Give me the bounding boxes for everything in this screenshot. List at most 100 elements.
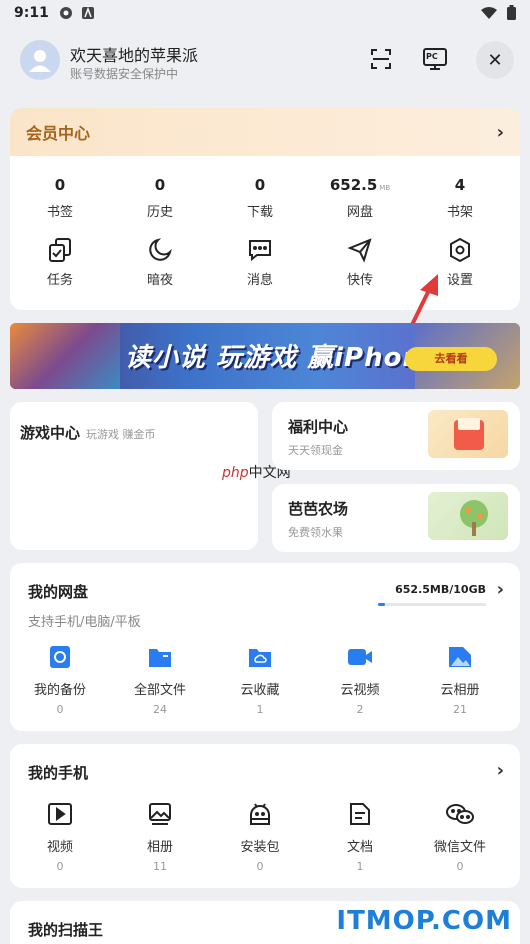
pc-label: PC xyxy=(426,52,438,61)
my-phone-title[interactable]: 我的手机 xyxy=(28,762,88,783)
cloud-item-count: 24 xyxy=(153,703,167,716)
chevron-right-icon[interactable]: › xyxy=(497,579,504,600)
message-icon xyxy=(249,240,271,262)
tool-label: 任务 xyxy=(46,273,73,288)
tool-messages[interactable]: 消息 xyxy=(210,236,310,288)
itmop-logo-watermark: ITMOP.COM xyxy=(336,906,512,936)
cloud-folder-icon xyxy=(249,649,271,667)
username[interactable]: 欢天喜地的苹果派 xyxy=(70,42,198,66)
welfare-center-subtitle: 天天领现金 xyxy=(288,444,343,457)
welfare-center-title: 福利中心 xyxy=(288,418,349,436)
welfare-center-card[interactable]: 福利中心 天天领现金 xyxy=(272,402,520,470)
cloud-quota-bar xyxy=(378,603,486,606)
baba-farm-title: 芭芭农场 xyxy=(288,500,349,518)
watermark-php: php xyxy=(222,465,249,481)
stat-value: 0 xyxy=(154,176,166,194)
cloud-item-count: 21 xyxy=(453,703,467,716)
avatar[interactable] xyxy=(20,40,60,80)
stat-label: 网盘 xyxy=(346,205,373,220)
cloud-item-label: 云视频 xyxy=(340,683,380,698)
farm-tree-image xyxy=(428,492,508,540)
phone-items-row: 视频 0 相册 11 安装包 0 文档 1 微信文件 0 xyxy=(10,800,520,873)
chevron-right-icon[interactable]: › xyxy=(497,760,504,781)
phone-item-documents[interactable]: 文档 1 xyxy=(310,800,410,873)
cloud-item-favorites[interactable]: 云收藏 1 xyxy=(210,643,310,716)
battery-icon xyxy=(507,5,516,24)
cloud-item-count: 1 xyxy=(256,703,264,716)
stat-value: 652.5 xyxy=(329,176,378,194)
chevron-right-icon: › xyxy=(496,121,504,143)
play-icon xyxy=(48,803,72,825)
cloud-item-count: 0 xyxy=(56,703,64,716)
cloud-item-label: 我的备份 xyxy=(33,683,86,698)
tool-dark-mode[interactable]: 暗夜 xyxy=(110,236,210,288)
phone-item-label: 相册 xyxy=(146,840,173,855)
member-center-title: 会员中心 xyxy=(26,124,91,143)
phone-item-album[interactable]: 相册 11 xyxy=(110,800,210,873)
stat-label: 历史 xyxy=(146,205,173,220)
stat-history[interactable]: 0 历史 xyxy=(110,176,210,220)
settings-icon xyxy=(450,237,470,263)
wifi-icon xyxy=(481,6,497,23)
close-button[interactable]: ✕ xyxy=(476,41,514,79)
cloud-disk-title[interactable]: 我的网盘 xyxy=(28,581,88,602)
member-center-header[interactable]: 会员中心 › xyxy=(10,108,520,156)
baba-farm-card[interactable]: 芭芭农场 免费领水果 xyxy=(272,484,520,552)
moon-icon xyxy=(149,238,172,261)
cloud-quota-text[interactable]: 652.5MB/10GB xyxy=(395,583,486,596)
cloud-item-count: 2 xyxy=(356,703,364,716)
stat-bookmarks[interactable]: 0 书签 xyxy=(10,176,110,220)
game-center-card[interactable]: 游戏中心 玩游戏 赚金币 xyxy=(10,402,258,550)
status-bar: 9:11 xyxy=(0,0,530,26)
cloud-item-album[interactable]: 云相册 21 xyxy=(410,643,510,716)
phone-item-count: 1 xyxy=(356,860,364,873)
stat-value: 0 xyxy=(54,176,66,194)
phone-item-videos[interactable]: 视频 0 xyxy=(10,800,110,873)
my-phone-card: 我的手机 › 视频 0 相册 11 安装包 0 文档 1 微信文件 0 xyxy=(10,744,520,888)
document-icon xyxy=(350,803,370,825)
cloud-item-label: 云收藏 xyxy=(240,683,280,698)
profile-header: 欢天喜地的苹果派 账号数据安全保护中 PC ✕ xyxy=(0,36,530,90)
phone-item-label: 微信文件 xyxy=(433,840,486,855)
stat-label: 书签 xyxy=(46,205,73,220)
a-notification-icon xyxy=(81,6,95,20)
tool-tasks[interactable]: 任务 xyxy=(10,236,110,288)
stat-label: 书架 xyxy=(446,205,473,220)
scan-icon xyxy=(371,49,391,69)
phone-item-label: 视频 xyxy=(46,840,73,855)
game-center-title: 游戏中心 xyxy=(20,424,81,442)
tool-label: 消息 xyxy=(246,273,273,288)
stat-bookshelf[interactable]: 4 书架 xyxy=(410,176,510,220)
phone-item-count: 11 xyxy=(153,860,167,873)
stat-downloads[interactable]: 0 下载 xyxy=(210,176,310,220)
my-scanner-title[interactable]: 我的扫描王 xyxy=(28,919,103,940)
banner-title: 读小说 玩游戏 赢iPhone xyxy=(125,343,441,373)
phone-item-count: 0 xyxy=(256,860,264,873)
cloud-quota-fill xyxy=(378,603,385,606)
banner-go-button[interactable]: 去看看 xyxy=(405,347,497,371)
phone-item-apk[interactable]: 安装包 0 xyxy=(210,800,310,873)
tool-label: 暗夜 xyxy=(146,273,173,288)
cloud-item-backup[interactable]: 我的备份 0 xyxy=(10,643,110,716)
stat-label: 下载 xyxy=(246,205,273,220)
promo-banner[interactable]: 读小说 玩游戏 赢iPhone 去看看 xyxy=(10,323,520,389)
cloud-item-all-files[interactable]: 全部文件 24 xyxy=(110,643,210,716)
status-time: 9:11 xyxy=(14,5,49,21)
stat-cloud-disk[interactable]: 652.5 MB 网盘 xyxy=(310,176,410,220)
stat-unit: MB xyxy=(379,184,391,192)
image-icon xyxy=(149,803,171,825)
video-camera-icon xyxy=(348,649,372,665)
phone-item-count: 0 xyxy=(456,860,464,873)
phone-item-count: 0 xyxy=(56,860,64,873)
pc-connect-button[interactable]: PC xyxy=(420,44,450,74)
android-icon xyxy=(250,803,270,825)
close-icon: ✕ xyxy=(487,49,503,71)
scan-button[interactable] xyxy=(366,44,396,74)
cloud-item-videos[interactable]: 云视频 2 xyxy=(310,643,410,716)
my-cloud-disk-card: 我的网盘 支持手机/电脑/平板 652.5MB/10GB › 我的备份 0 全部… xyxy=(10,563,520,731)
banner-artwork-left xyxy=(10,323,120,389)
stat-value: 0 xyxy=(254,176,266,194)
cloud-item-label: 云相册 xyxy=(440,683,480,698)
phone-item-wechat-files[interactable]: 微信文件 0 xyxy=(410,800,510,873)
photo-album-icon xyxy=(449,647,471,667)
